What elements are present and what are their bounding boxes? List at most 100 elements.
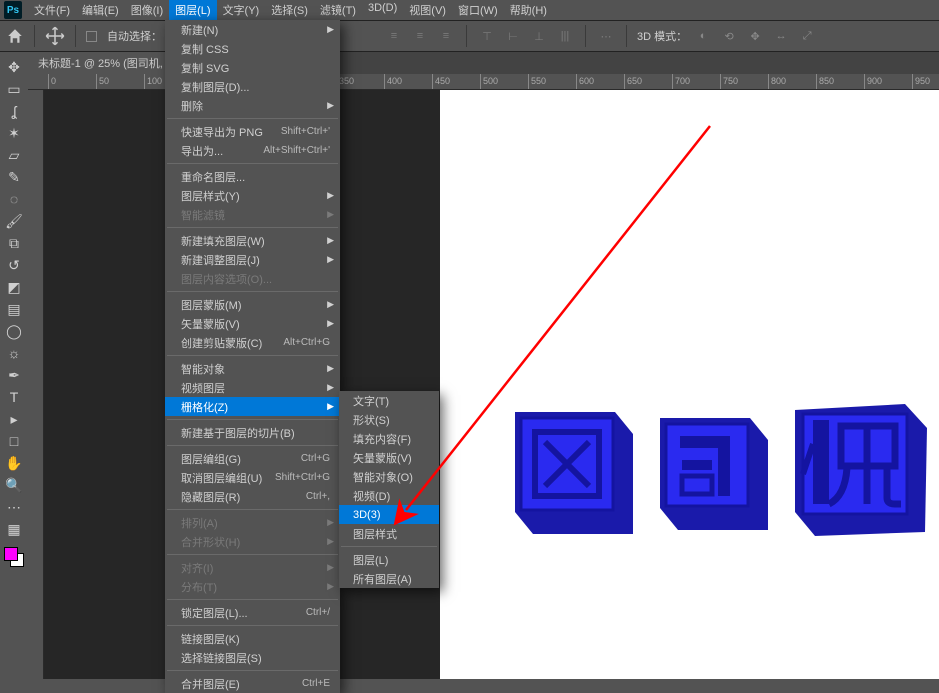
menu-item[interactable]: 智能对象▶ [165, 359, 340, 378]
tool-lasso[interactable]: ʆ [3, 101, 25, 121]
align-top-icon[interactable]: ⊤ [477, 26, 497, 46]
submenu-item[interactable]: 视频(D) [339, 486, 439, 505]
tool-move[interactable]: ✥ [3, 57, 25, 77]
menu-item[interactable]: 矢量蒙版(V)▶ [165, 314, 340, 333]
align-center-icon[interactable]: ≡ [410, 26, 430, 46]
align-bottom-icon[interactable]: ⊥ [529, 26, 549, 46]
menu-item[interactable]: 隐藏图层(R)Ctrl+, [165, 487, 340, 506]
menu-item[interactable]: 新建基于图层的切片(B) [165, 423, 340, 442]
submenu-arrow-icon: ▶ [327, 581, 334, 592]
color-swatch[interactable] [3, 546, 25, 568]
auto-select-checkbox[interactable] [86, 31, 97, 42]
tool-dodge[interactable]: ☼ [3, 343, 25, 363]
menu-item[interactable]: 图层样式(Y)▶ [165, 186, 340, 205]
submenu-item[interactable]: 文字(T) [339, 391, 439, 410]
tool-type[interactable]: T [3, 387, 25, 407]
separator [466, 25, 467, 47]
tool-wand[interactable]: ✶ [3, 123, 25, 143]
scale-icon[interactable]: ⤢ [797, 26, 817, 46]
distribute-h-icon[interactable]: ||| [555, 26, 575, 46]
tool-zoom[interactable]: 🔍 [3, 475, 25, 495]
menu-item[interactable]: 创建剪贴蒙版(C)Alt+Ctrl+G [165, 333, 340, 352]
document-tab[interactable]: 未标题-1 @ 25% (图司机, [28, 52, 173, 74]
align-vcenter-icon[interactable]: ⊢ [503, 26, 523, 46]
menu-item[interactable]: 图层编组(G)Ctrl+G [165, 449, 340, 468]
home-icon[interactable] [6, 27, 24, 45]
submenu-item[interactable]: 所有图层(A) [339, 569, 439, 588]
submenu-item[interactable]: 智能对象(O) [339, 467, 439, 486]
menu-5[interactable]: 选择(S) [265, 0, 314, 20]
menu-item[interactable]: 重命名图层... [165, 167, 340, 186]
pan-icon[interactable]: ✥ [745, 26, 765, 46]
tool-brush[interactable]: 🖌 [3, 211, 25, 231]
menu-item[interactable]: 取消图层编组(U)Shift+Ctrl+G [165, 468, 340, 487]
menu-item[interactable]: 图层蒙版(M)▶ [165, 295, 340, 314]
menu-item[interactable]: 新建(N)▶ [165, 20, 340, 39]
ruler-tick: 650 [624, 74, 642, 89]
tool-blur[interactable]: ◯ [3, 321, 25, 341]
slide-icon[interactable]: ↔ [771, 26, 791, 46]
ruler-tick: 0 [48, 74, 56, 89]
tool-clone[interactable]: ⧉ [3, 233, 25, 253]
menu-item-label: 锁定图层(L)... [181, 605, 306, 621]
menu-item[interactable]: 快速导出为 PNGShift+Ctrl+' [165, 122, 340, 141]
tool-edit-toolbar[interactable]: ▦ [3, 519, 25, 539]
tool-path-select[interactable]: ▸ [3, 409, 25, 429]
menu-item[interactable]: 合并图层(E)Ctrl+E [165, 674, 340, 693]
menu-item[interactable]: 新建调整图层(J)▶ [165, 250, 340, 269]
menu-item-label: 合并图层(E) [181, 676, 302, 692]
tool-spot-heal[interactable]: ◌ [3, 189, 25, 209]
menu-6[interactable]: 滤镜(T) [314, 0, 362, 20]
submenu-item[interactable]: 形状(S) [339, 410, 439, 429]
separator [75, 25, 76, 47]
tool-ellipsis[interactable]: ⋯ [3, 497, 25, 517]
tool-eraser[interactable]: ◩ [3, 277, 25, 297]
ruler-tick: 600 [576, 74, 594, 89]
menu-item[interactable]: 栅格化(Z)▶ [165, 397, 340, 416]
menu-1[interactable]: 编辑(E) [76, 0, 125, 20]
align-left-icon[interactable]: ≡ [384, 26, 404, 46]
menu-3[interactable]: 图层(L) [169, 0, 216, 20]
canvas[interactable] [440, 90, 939, 679]
menu-2[interactable]: 图像(I) [125, 0, 169, 20]
menu-item[interactable]: 删除▶ [165, 96, 340, 115]
rotate-icon[interactable]: ⟲ [719, 26, 739, 46]
menu-item[interactable]: 复制 CSS [165, 39, 340, 58]
tool-gradient[interactable]: ▤ [3, 299, 25, 319]
separator [626, 25, 627, 47]
submenu-item[interactable]: 矢量蒙版(V) [339, 448, 439, 467]
menu-item[interactable]: 视频图层▶ [165, 378, 340, 397]
tool-crop[interactable]: ▱ [3, 145, 25, 165]
menu-7[interactable]: 3D(D) [362, 0, 403, 20]
submenu-item[interactable]: 填充内容(F) [339, 429, 439, 448]
menu-item[interactable]: 链接图层(K) [165, 629, 340, 648]
menu-10[interactable]: 帮助(H) [504, 0, 553, 20]
tool-hand[interactable]: ✋ [3, 453, 25, 473]
align-right-icon[interactable]: ≡ [436, 26, 456, 46]
more-options-icon[interactable]: ⋯ [596, 26, 616, 46]
submenu-item[interactable]: 图层样式 [339, 524, 439, 543]
tool-rectangle[interactable]: □ [3, 431, 25, 451]
submenu-item[interactable]: 图层(L) [339, 550, 439, 569]
menu-item[interactable]: 新建填充图层(W)▶ [165, 231, 340, 250]
tool-marquee[interactable]: ▭ [3, 79, 25, 99]
menu-item[interactable]: 选择链接图层(S) [165, 648, 340, 667]
orbit-icon[interactable]: ◐ [693, 26, 713, 46]
menu-item-label: 创建剪贴蒙版(C) [181, 335, 283, 351]
mode-3d-label: 3D 模式： [637, 28, 687, 44]
tool-history-brush[interactable]: ↺ [3, 255, 25, 275]
menu-9[interactable]: 窗口(W) [452, 0, 504, 20]
tool-pen[interactable]: ✒ [3, 365, 25, 385]
tool-eyedropper[interactable]: ✎ [3, 167, 25, 187]
menu-0[interactable]: 文件(F) [28, 0, 76, 20]
submenu-item[interactable]: 3D(3) [339, 505, 439, 524]
menu-item-label: 对齐(I) [181, 560, 330, 576]
menu-item[interactable]: 锁定图层(L)...Ctrl+/ [165, 603, 340, 622]
menu-8[interactable]: 视图(V) [403, 0, 452, 20]
menu-item[interactable]: 导出为...Alt+Shift+Ctrl+' [165, 141, 340, 160]
menu-4[interactable]: 文字(Y) [217, 0, 266, 20]
submenu-arrow-icon: ▶ [327, 536, 334, 547]
menu-item[interactable]: 复制图层(D)... [165, 77, 340, 96]
move-icon[interactable] [45, 26, 65, 46]
menu-item[interactable]: 复制 SVG [165, 58, 340, 77]
